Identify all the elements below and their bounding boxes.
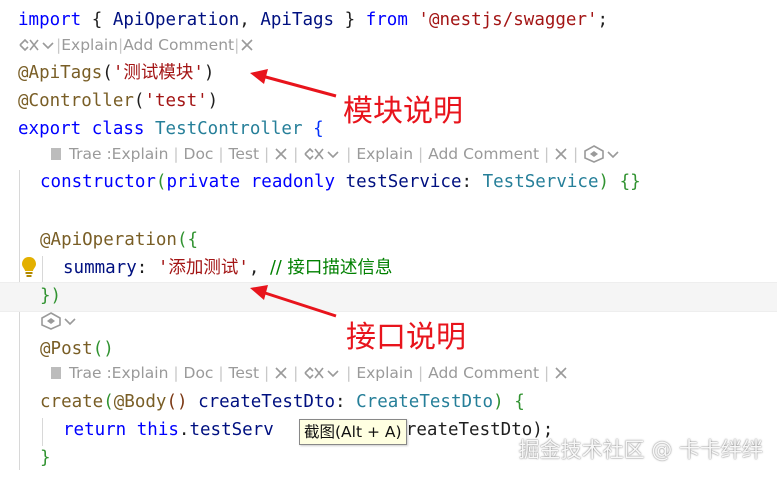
chevron-down-icon[interactable] (605, 148, 621, 160)
code-line-create: create(@Body() createTestDto: CreateTest… (0, 388, 777, 416)
token-class-name: TestController (155, 119, 303, 139)
trae-logo-icon[interactable] (40, 312, 62, 330)
diff-icon[interactable] (303, 366, 325, 380)
chevron-down-icon[interactable] (325, 367, 341, 379)
token-decorator: @ApiTags (18, 63, 103, 83)
code-line-apioperation: @ApiOperation({ (0, 226, 777, 254)
lens-explain[interactable]: Explain (356, 145, 413, 163)
chevron-down-icon[interactable] (325, 148, 341, 160)
lens-trae-explain[interactable]: Trae :Explain (69, 364, 169, 382)
token-keyword: constructor (40, 172, 156, 192)
lens-add-comment[interactable]: Add Comment (428, 145, 539, 163)
lens-trae-explain[interactable]: Trae :Explain (69, 145, 169, 163)
screenshot-tooltip: 截图(Alt + A) (299, 419, 407, 445)
codelens-post: Trae :Explain | Doc | Test | | | Explain… (0, 360, 777, 386)
token-method: create (40, 392, 104, 412)
close-icon[interactable] (239, 38, 255, 52)
codelens-import: | Explain | Add Comment | (0, 32, 777, 58)
bookmark-icon[interactable] (48, 146, 64, 162)
watermark: 掘金技术社区 @ 卡卡绊绊 (518, 438, 763, 462)
close-icon[interactable] (554, 366, 568, 380)
close-icon[interactable] (554, 147, 568, 161)
token-decorator: @Body (113, 392, 167, 412)
token-parameter: createTestDto (198, 392, 336, 412)
token-string: '添加测试' (157, 258, 249, 278)
code-line-import: import { ApiOperation, ApiTags } from '@… (0, 6, 777, 34)
token-string: '@nestjs/swagger' (418, 10, 598, 30)
arrow-icon (244, 284, 340, 320)
token-type: CreateTestDto (356, 392, 494, 412)
close-icon[interactable] (274, 366, 288, 380)
token-keyword: import (18, 10, 82, 30)
lens-add-comment[interactable]: Add Comment (123, 36, 234, 54)
lens-explain[interactable]: Explain (61, 36, 118, 54)
close-icon[interactable] (274, 147, 288, 161)
token-type: TestService (482, 172, 599, 192)
trae-logo-icon[interactable] (583, 145, 605, 163)
lens-test[interactable]: Test (229, 145, 260, 163)
token-property: summary (63, 258, 137, 278)
token-decorator: @Post (40, 339, 93, 359)
codelens-class: Trae :Explain | Doc | Test | | | Explain… (0, 141, 777, 167)
lens-add-comment[interactable]: Add Comment (428, 364, 539, 382)
bookmark-icon[interactable] (48, 365, 64, 381)
lens-explain[interactable]: Explain (356, 364, 413, 382)
token-keyword: class (91, 119, 145, 139)
annotation-module: 模块说明 (343, 94, 463, 129)
diff-icon[interactable] (18, 38, 40, 52)
lens-doc[interactable]: Doc (184, 145, 214, 163)
token-decorator: @Controller (18, 91, 134, 111)
token-comment: // 接口描述信息 (270, 258, 393, 278)
code-line-summary: summary: '添加测试', // 接口描述信息 (0, 254, 777, 282)
code-line-constructor: constructor(private readonly testService… (0, 168, 777, 196)
arrow-icon (244, 68, 340, 102)
lens-doc[interactable]: Doc (184, 364, 214, 382)
chevron-down-icon[interactable] (40, 39, 56, 51)
token-keyword: export (18, 119, 82, 139)
annotation-api: 接口说明 (346, 320, 466, 355)
code-line-close-apiop: }) (40, 286, 62, 306)
token-string: 'test' (144, 91, 208, 111)
chevron-down-icon[interactable] (62, 315, 78, 327)
diff-icon[interactable] (303, 147, 325, 161)
code-line-apitags: @ApiTags('测试模块') (0, 59, 777, 87)
token-string: '测试模块' (112, 63, 204, 83)
token-decorator: @ApiOperation (40, 230, 177, 250)
token-parameter: testService (345, 172, 462, 192)
token-keyword: return (63, 420, 127, 440)
lens-test[interactable]: Test (229, 364, 260, 382)
